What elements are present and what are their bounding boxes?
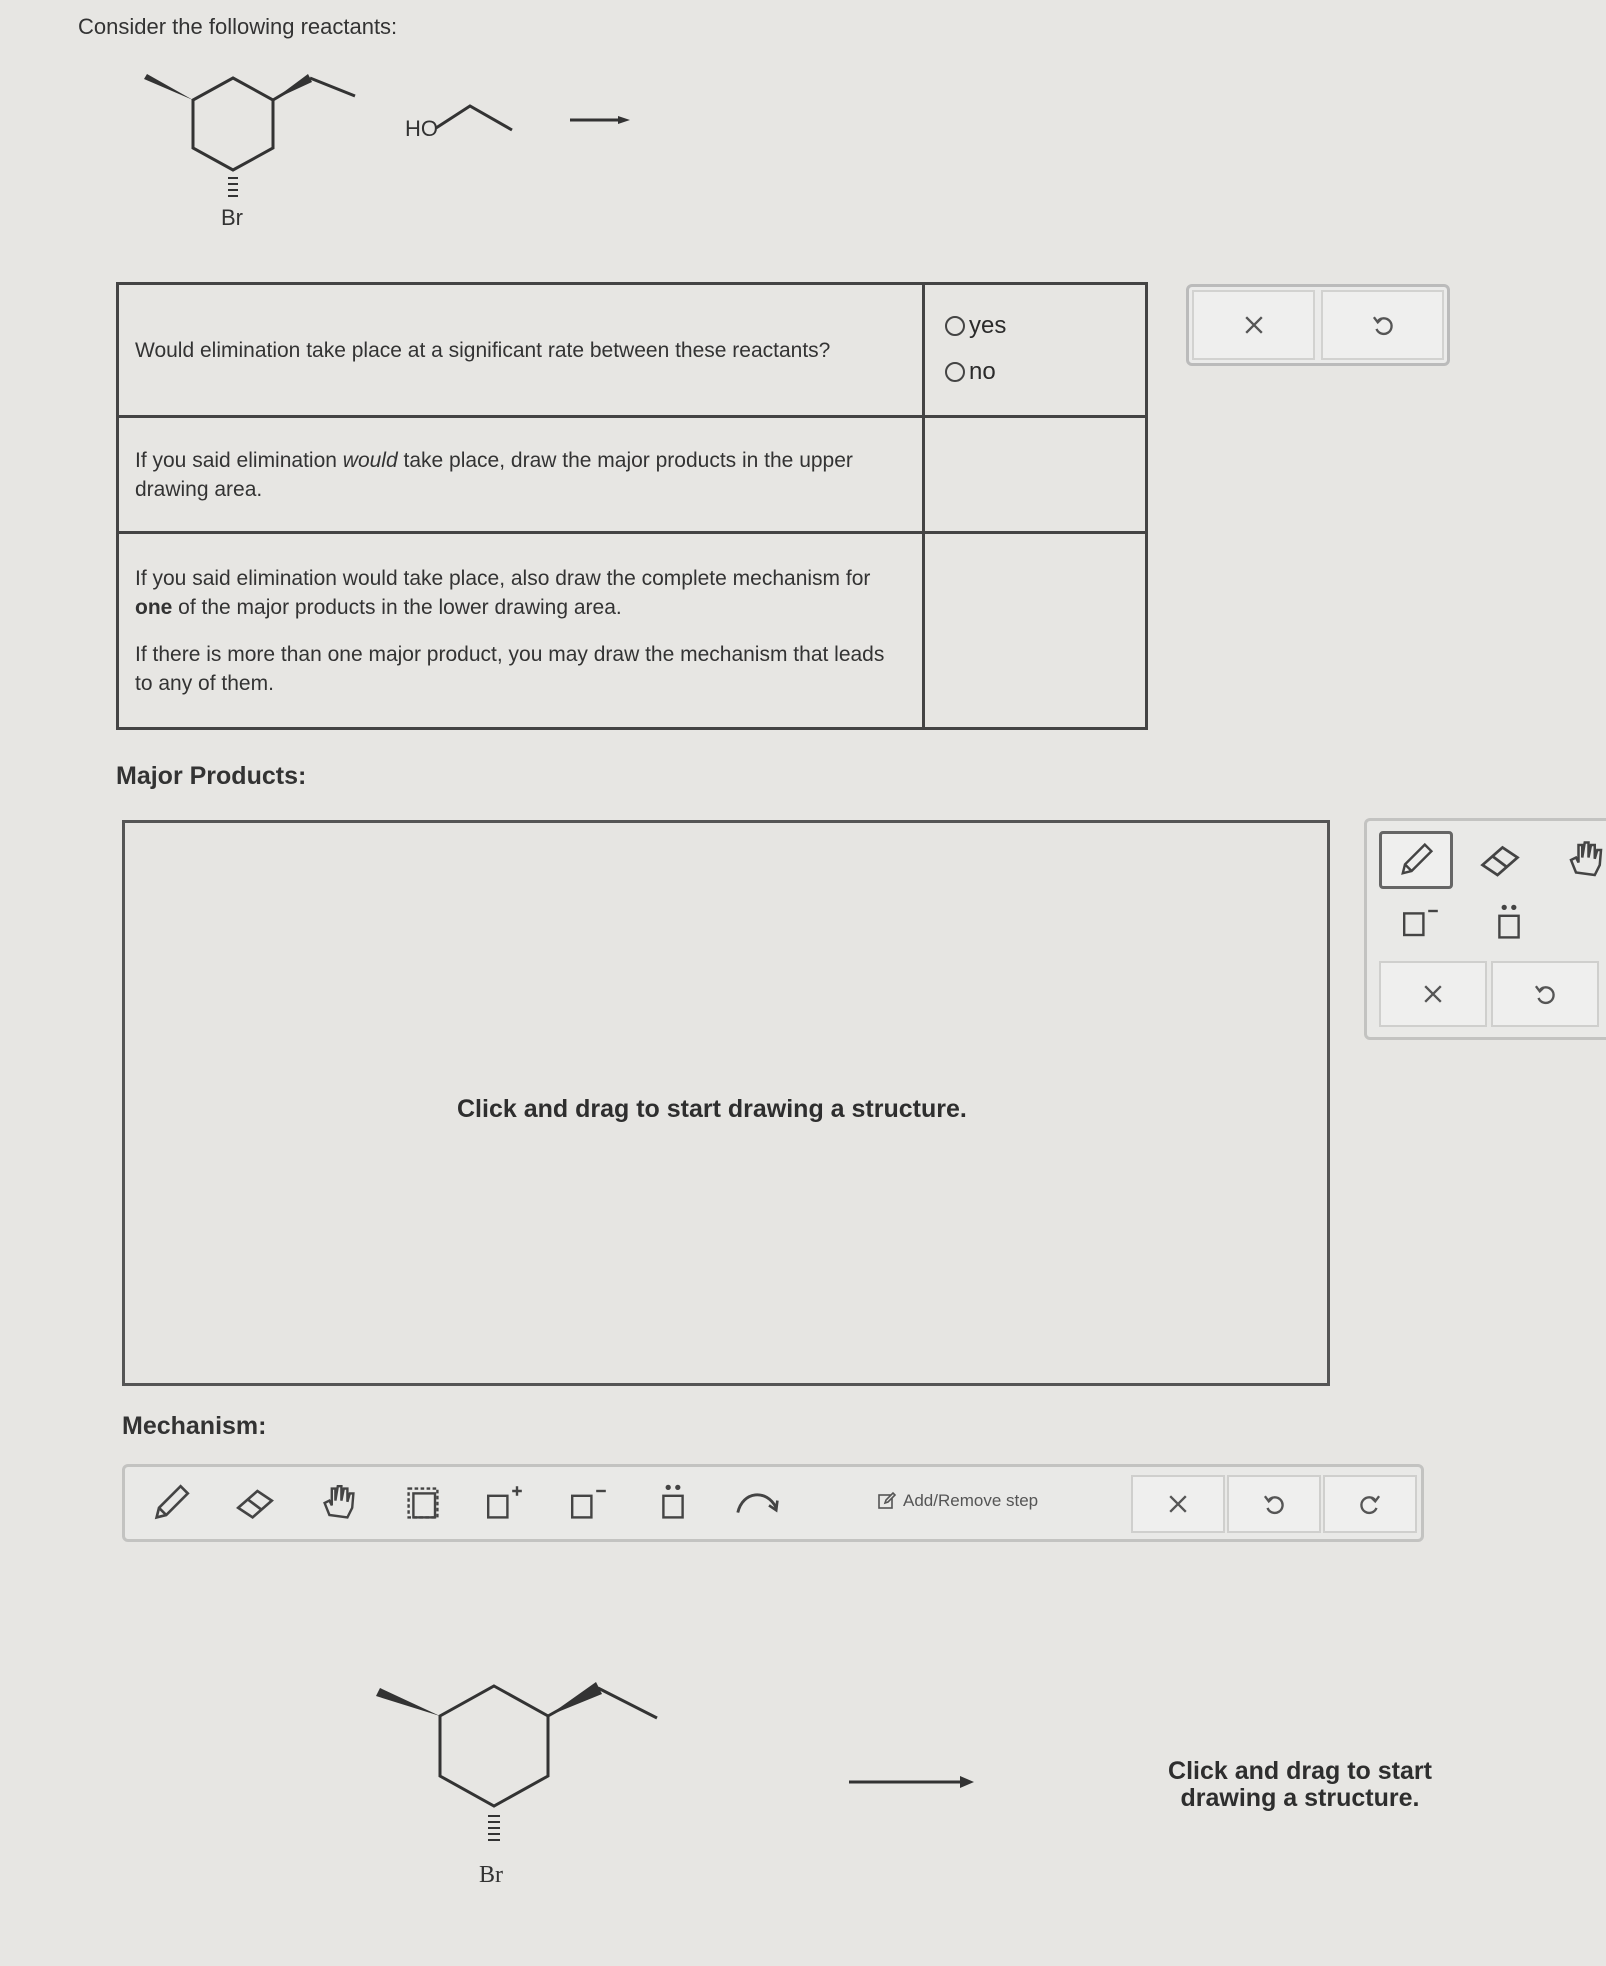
undo-button[interactable]: [1227, 1475, 1321, 1533]
redo-icon: [1360, 1495, 1381, 1515]
hand-tool[interactable]: [1561, 835, 1606, 885]
answer-options: yes no: [925, 285, 1145, 418]
question-text: If you said elimination: [135, 448, 343, 472]
major-products-label: Major Products:: [116, 762, 307, 790]
question-note: If there is more than one major product,…: [135, 642, 885, 695]
answer-cell-empty: [925, 418, 1145, 534]
drawing-hint: Click and drag to start drawing a struct…: [1168, 1757, 1432, 1812]
edit-icon: [878, 1491, 897, 1509]
drawing-hint: Click and drag to start drawing a struct…: [457, 1095, 967, 1123]
question-emphasis: would: [342, 448, 398, 472]
pencil-icon: [1401, 842, 1434, 875]
question-text: Would elimination take place at a signif…: [135, 338, 831, 362]
mechanism-toolbar: Add/Remove step: [122, 1464, 1424, 1542]
close-button[interactable]: [1131, 1475, 1225, 1533]
major-products-drawing-area[interactable]: Click and drag to start drawing a struct…: [122, 820, 1330, 1386]
hand-icon: [1569, 841, 1603, 877]
pencil-icon: [154, 1484, 190, 1520]
negative-charge-tool[interactable]: [565, 1479, 613, 1527]
eraser-icon: [1480, 845, 1520, 877]
lone-pair-icon: [1498, 904, 1520, 939]
close-button[interactable]: [1379, 961, 1487, 1027]
pencil-tool[interactable]: [1379, 831, 1453, 889]
mechanism-drawing-area[interactable]: Click and drag to start drawing a struct…: [1150, 1758, 1450, 1812]
select-box-tool[interactable]: [399, 1479, 447, 1527]
add-remove-step-label: Add/Remove step: [903, 1491, 1039, 1510]
redo-button[interactable]: [1323, 1475, 1417, 1533]
close-icon: [1244, 316, 1263, 334]
select-box-icon: [407, 1487, 439, 1519]
positive-charge-icon: [487, 1486, 522, 1519]
hydroxyl-label: HO: [405, 116, 438, 141]
curved-arrow-icon: [736, 1493, 779, 1514]
lone-pair-tool[interactable]: [1483, 899, 1535, 947]
products-toolbar: [1364, 818, 1606, 1040]
close-icon: [1424, 985, 1442, 1003]
prompt-text: Consider the following reactants:: [78, 14, 398, 39]
bromine-label: Br: [479, 1862, 503, 1888]
lone-pair-tool[interactable]: [649, 1479, 697, 1527]
radio-icon[interactable]: [945, 316, 965, 336]
question-elimination: Would elimination take place at a signif…: [119, 285, 925, 418]
question-text: If you said elimination would take place…: [135, 566, 871, 590]
close-button[interactable]: [1192, 290, 1315, 360]
close-icon: [1169, 1495, 1187, 1513]
mechanism-starting-structure: [376, 1682, 974, 1841]
question-products: If you said elimination would take place…: [119, 418, 925, 534]
lone-pair-icon: [662, 1484, 684, 1519]
curved-arrow-tool[interactable]: [729, 1479, 785, 1527]
question-text: of the major products in the lower drawi…: [172, 595, 622, 619]
eraser-tool[interactable]: [231, 1479, 279, 1527]
mechanism-label: Mechanism:: [122, 1412, 267, 1440]
undo-button[interactable]: [1321, 290, 1444, 360]
question-button-group: [1186, 284, 1450, 366]
pencil-tool[interactable]: [147, 1479, 195, 1527]
eraser-tool[interactable]: [1475, 835, 1525, 885]
undo-icon: [1263, 1495, 1284, 1515]
negative-charge-icon: [571, 1489, 606, 1519]
question-mechanism: If you said elimination would take place…: [119, 534, 925, 727]
negative-charge-icon: [1403, 909, 1438, 937]
negative-charge-tool[interactable]: [1395, 899, 1447, 947]
positive-charge-tool[interactable]: [481, 1479, 529, 1527]
undo-button[interactable]: [1491, 961, 1599, 1027]
hand-tool[interactable]: [315, 1479, 363, 1527]
option-label: no: [969, 358, 996, 385]
reactants-diagram: [144, 74, 630, 197]
radio-icon[interactable]: [945, 362, 965, 382]
question-emphasis: one: [135, 595, 173, 619]
undo-icon: [1534, 985, 1555, 1005]
option-yes[interactable]: yes: [945, 303, 1125, 349]
eraser-icon: [236, 1489, 274, 1520]
option-no[interactable]: no: [945, 349, 1125, 395]
undo-icon: [1372, 316, 1393, 336]
hand-icon: [323, 1485, 355, 1519]
bromine-label: Br: [221, 205, 243, 230]
question-table: Would elimination take place at a signif…: [116, 282, 1148, 730]
answer-cell-empty: [925, 534, 1145, 727]
option-label: yes: [969, 312, 1007, 339]
add-remove-step-button[interactable]: Add/Remove step: [877, 1491, 1038, 1511]
